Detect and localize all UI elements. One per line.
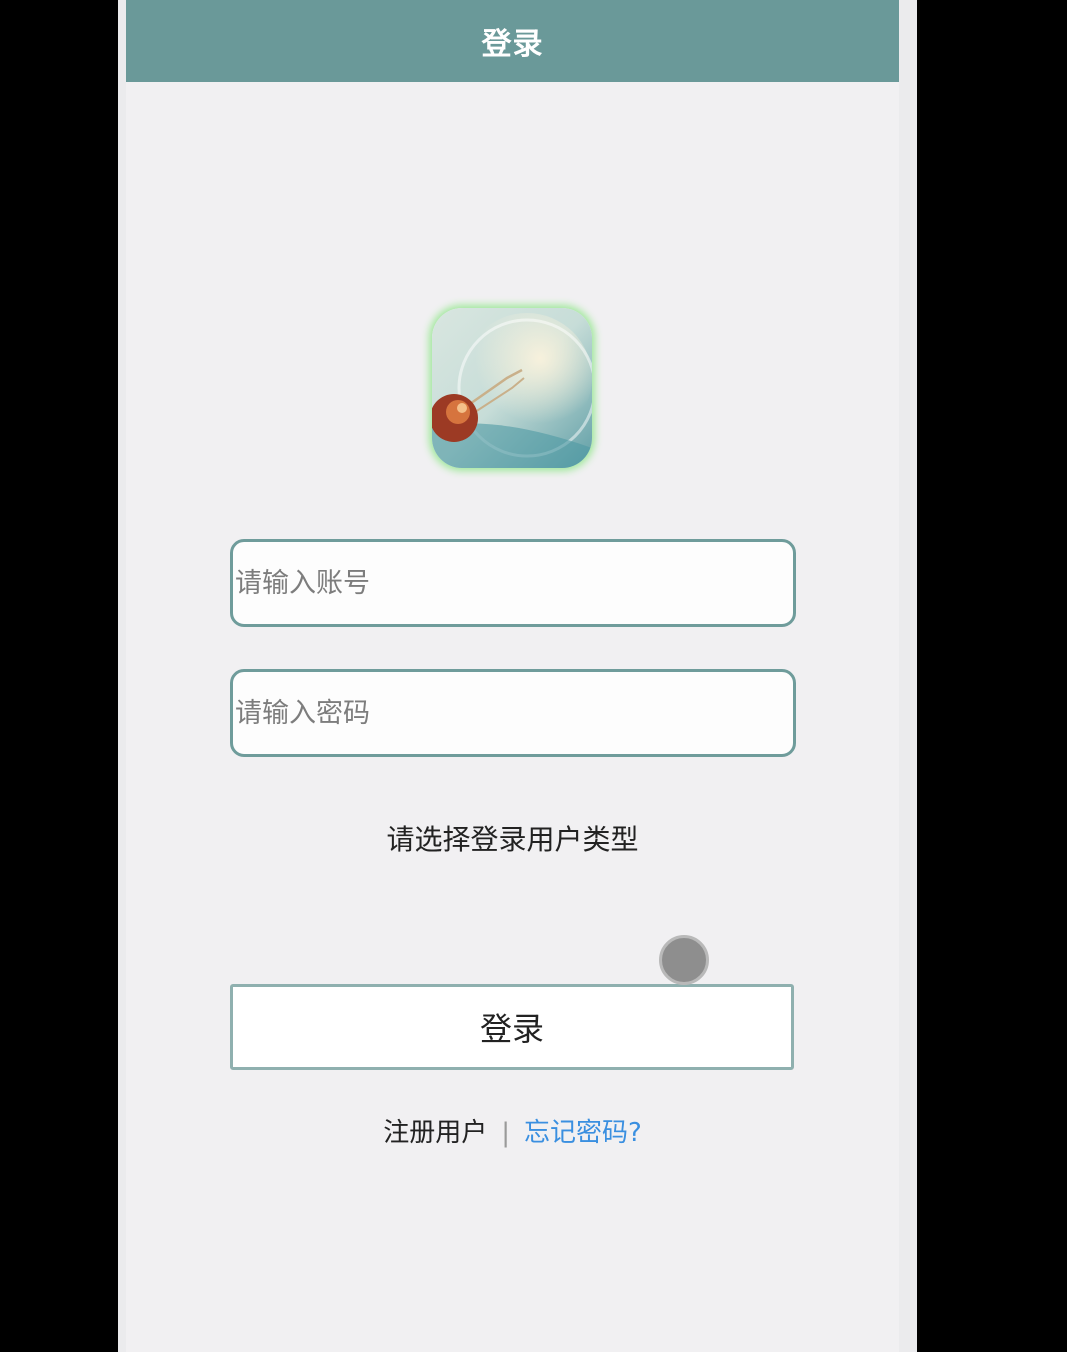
account-input[interactable]: [230, 539, 796, 627]
user-type-label[interactable]: 请选择登录用户类型: [126, 818, 899, 858]
touch-indicator: [659, 935, 709, 985]
forgot-password-link[interactable]: 忘记密码?: [524, 1118, 642, 1148]
app-header: 登录: [126, 0, 899, 82]
page-title: 登录: [481, 27, 544, 62]
phone-frame: 登录 请输入账号 请选择登录用户类型 登录 注册用户 | 忘记密码?: [118, 0, 917, 1352]
register-link[interactable]: 注册用户: [383, 1118, 487, 1148]
footer-links: 注册用户 | 忘记密码?: [126, 1112, 899, 1149]
lightbulb-image: [432, 308, 592, 468]
login-page: 登录 请输入账号 请选择登录用户类型 登录 注册用户 | 忘记密码?: [126, 0, 899, 1352]
password-input[interactable]: [230, 669, 796, 757]
link-separator: |: [501, 1118, 510, 1148]
login-button[interactable]: 登录: [230, 984, 794, 1070]
app-logo: [432, 308, 592, 468]
